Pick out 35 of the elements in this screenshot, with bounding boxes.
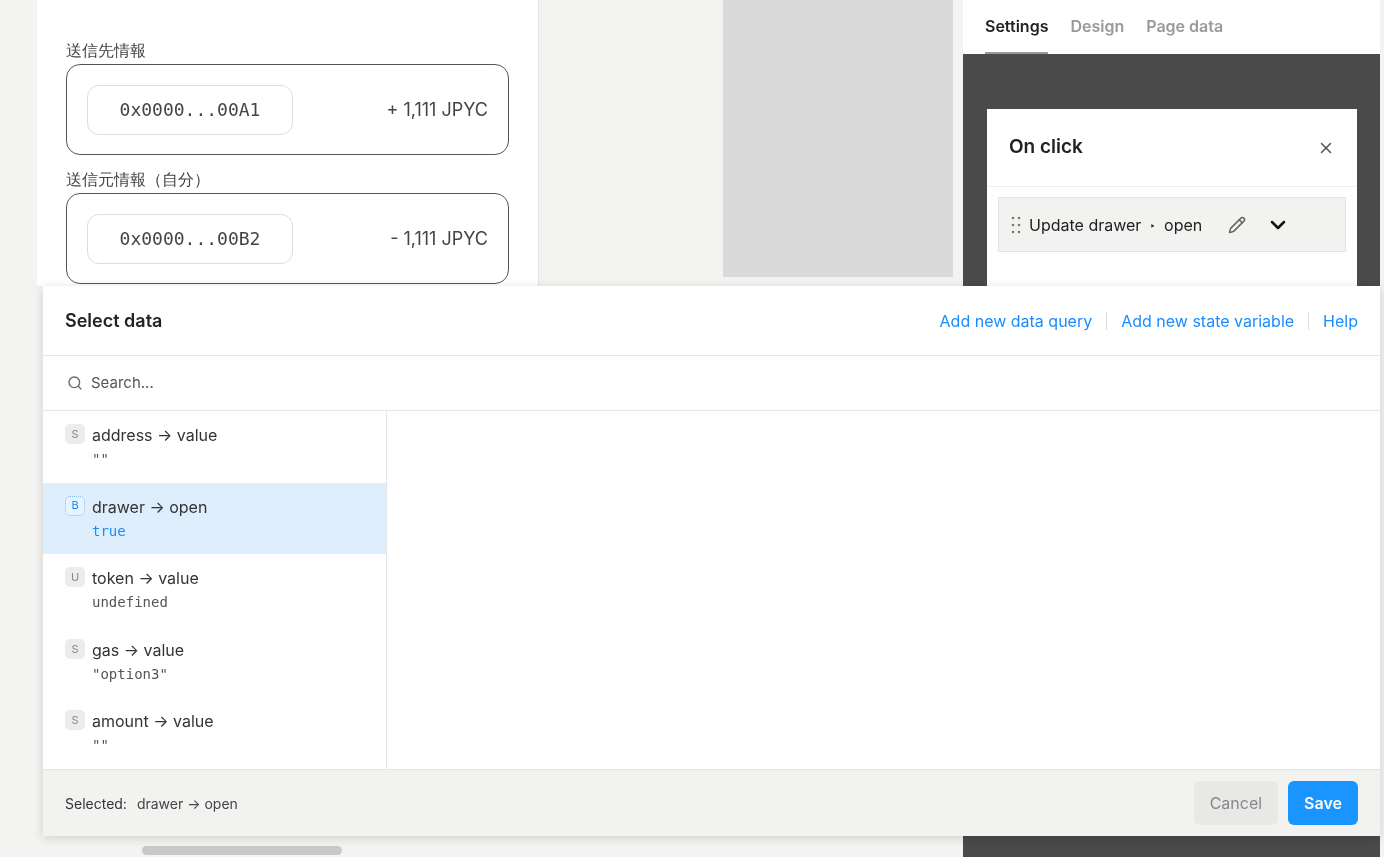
action-arrow: ‣ xyxy=(1149,215,1157,234)
amount-text: - 1,111 JPYC xyxy=(390,227,488,251)
type-badge: S xyxy=(65,424,85,444)
item-name: drawer → open xyxy=(92,495,208,518)
edit-icon[interactable] xyxy=(1228,215,1247,234)
item-name: address → value xyxy=(92,424,218,446)
search-icon xyxy=(67,375,83,391)
scrollbar-thumb[interactable] xyxy=(142,846,342,855)
item-name: token → value xyxy=(92,567,199,590)
item-value: undefined xyxy=(92,593,169,613)
section-label: 送信先情報 xyxy=(66,40,147,62)
action-target: open xyxy=(1164,213,1203,237)
type-badge: U xyxy=(65,567,85,588)
item-value: "option3" xyxy=(92,664,169,684)
address-chip: 0x0000...00B2 xyxy=(87,213,293,264)
selected-value: drawer → open xyxy=(136,793,238,814)
action-row[interactable]: Update drawer ‣ open xyxy=(998,197,1346,252)
section-label: 送信元情報（自分） xyxy=(66,169,211,191)
item-name: amount → value xyxy=(92,710,214,733)
amount-text: + 1,111 JPYC xyxy=(386,98,488,122)
data-item[interactable]: B drawer → open true xyxy=(43,482,386,555)
item-name: gas → value xyxy=(92,638,185,661)
search-field[interactable]: Search... xyxy=(91,371,1356,395)
selected-label: Selected: xyxy=(65,793,127,814)
address-chip: 0x0000...00A1 xyxy=(87,84,293,135)
action-label: Update drawer xyxy=(1029,213,1142,237)
item-value: "" xyxy=(92,450,110,469)
item-value: true xyxy=(92,521,127,541)
dialog-title: Select data xyxy=(65,309,163,333)
type-badge: S xyxy=(65,638,85,659)
type-badge: B xyxy=(65,495,85,516)
type-badge: S xyxy=(65,710,85,731)
item-value: "" xyxy=(92,736,110,756)
drag-handle-icon[interactable] xyxy=(1011,215,1021,234)
event-title: On click xyxy=(1009,134,1083,161)
